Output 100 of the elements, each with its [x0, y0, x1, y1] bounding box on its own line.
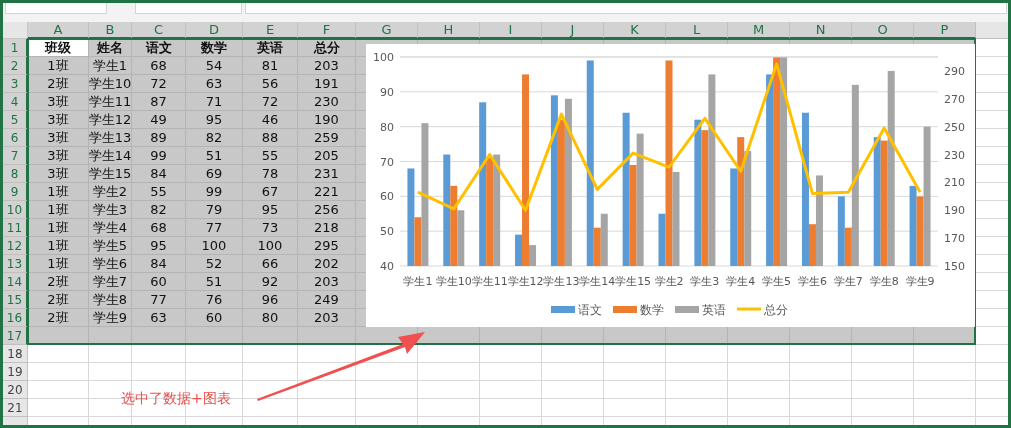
table-cell: 55 — [132, 183, 186, 201]
row-header[interactable]: 16 — [3, 309, 28, 327]
table-cell — [132, 345, 186, 363]
axis-label: 290 — [944, 64, 965, 78]
table-cell — [728, 399, 790, 417]
table-cell: 77 — [186, 219, 243, 237]
axis-label: 270 — [944, 92, 965, 106]
legend-swatch-icon — [613, 306, 637, 313]
table-cell — [790, 345, 852, 363]
table-cell: 100 — [186, 237, 243, 255]
table-cell: 学生1 — [89, 57, 132, 75]
row-header[interactable]: 5 — [3, 111, 28, 129]
select-all-corner[interactable] — [3, 22, 28, 39]
table-cell — [243, 345, 298, 363]
table-cell — [480, 381, 542, 399]
table-cell — [132, 363, 186, 381]
table-cell — [186, 363, 243, 381]
table-cell — [480, 399, 542, 417]
table-cell: 259 — [298, 129, 356, 147]
axis-label: 60 — [380, 190, 394, 204]
category-label: 学生7 — [833, 275, 863, 288]
table-cell: 100 — [243, 237, 298, 255]
table-cell: 221 — [298, 183, 356, 201]
table-cell — [298, 345, 356, 363]
axis-label: 100 — [373, 51, 394, 64]
table-cell — [666, 363, 728, 381]
table-cell: 191 — [298, 75, 356, 93]
row-header[interactable]: 2 — [3, 57, 28, 75]
row-header[interactable]: 13 — [3, 255, 28, 273]
table-cell — [28, 363, 89, 381]
table-cell: 84 — [132, 165, 186, 183]
table-cell: 72 — [132, 75, 186, 93]
table-cell: 3班 — [28, 165, 89, 183]
table-cell: 202 — [298, 255, 356, 273]
row-header[interactable]: 6 — [3, 129, 28, 147]
table-cell: 63 — [132, 309, 186, 327]
axis-label: 80 — [380, 120, 394, 134]
row-header[interactable]: 1 — [3, 39, 28, 57]
table-cell: 87 — [132, 93, 186, 111]
table-cell: 66 — [243, 255, 298, 273]
column-header[interactable] — [976, 22, 1008, 39]
table-cell: 295 — [298, 237, 356, 255]
row-header[interactable]: 4 — [3, 93, 28, 111]
table-cell: 63 — [186, 75, 243, 93]
table-cell: 96 — [243, 291, 298, 309]
legend-line-icon — [737, 307, 761, 311]
chart-panel[interactable]: 40 50 60 70 80 90 100 学生1 学生10学生11学生12学生13学生14学生15 学生2 学生3 学生4 学生5 学生6 学生7 学生8 学生9 语文 数学 英语 150 170 190 210 230 250 270 290 总分 — [366, 44, 975, 327]
row-header[interactable]: 12 — [3, 237, 28, 255]
table-cell — [243, 399, 298, 417]
table-cell: 49 — [132, 111, 186, 129]
table-cell: 学生9 — [89, 309, 132, 327]
row-header[interactable]: 8 — [3, 165, 28, 183]
table-cell: 52 — [186, 255, 243, 273]
table-cell — [852, 363, 914, 381]
table-cell: 2班 — [28, 273, 89, 291]
row-header[interactable]: 7 — [3, 147, 28, 165]
row-header[interactable]: 10 — [3, 201, 28, 219]
table-cell — [666, 381, 728, 399]
category-label: 学生14 — [579, 275, 616, 288]
table-cell — [852, 399, 914, 417]
row-header[interactable]: 21 — [3, 399, 28, 417]
table-cell: 学生13 — [89, 129, 132, 147]
table-cell: 67 — [243, 183, 298, 201]
axis-label: 40 — [380, 260, 394, 273]
table-cell: 56 — [243, 75, 298, 93]
name-box[interactable] — [5, 3, 107, 14]
category-label: 学生15 — [615, 275, 652, 288]
formula-field[interactable] — [245, 3, 1007, 14]
table-cell — [243, 381, 298, 399]
table-cell: 68 — [132, 57, 186, 75]
table-cell: 2班 — [28, 291, 89, 309]
row-header[interactable]: 9 — [3, 183, 28, 201]
legend-label: 英语 — [702, 303, 726, 317]
category-label: 学生1 — [403, 275, 433, 288]
function-box[interactable] — [135, 3, 242, 14]
row-header[interactable]: 18 — [3, 345, 28, 363]
legend-swatch-icon — [675, 306, 699, 313]
table-cell — [298, 381, 356, 399]
table-cell: 81 — [243, 57, 298, 75]
table-cell — [243, 363, 298, 381]
row-header[interactable]: 19 — [3, 363, 28, 381]
legend-label: 数学 — [640, 303, 664, 317]
table-cell: 95 — [186, 111, 243, 129]
row-header[interactable]: 3 — [3, 75, 28, 93]
table-cell: 95 — [243, 201, 298, 219]
row-header[interactable]: 14 — [3, 273, 28, 291]
table-cell: 231 — [298, 165, 356, 183]
table-cell — [728, 345, 790, 363]
table-cell — [604, 399, 666, 417]
table-cell: 学生12 — [89, 111, 132, 129]
table-cell — [356, 381, 418, 399]
table-cell — [790, 363, 852, 381]
table-cell: 82 — [132, 201, 186, 219]
table-cell — [542, 381, 604, 399]
table-cell: 89 — [132, 129, 186, 147]
category-label: 学生12 — [507, 275, 544, 288]
row-header[interactable]: 15 — [3, 291, 28, 309]
row-header[interactable]: 17 — [3, 327, 28, 345]
row-header[interactable]: 20 — [3, 381, 28, 399]
row-header[interactable]: 11 — [3, 219, 28, 237]
